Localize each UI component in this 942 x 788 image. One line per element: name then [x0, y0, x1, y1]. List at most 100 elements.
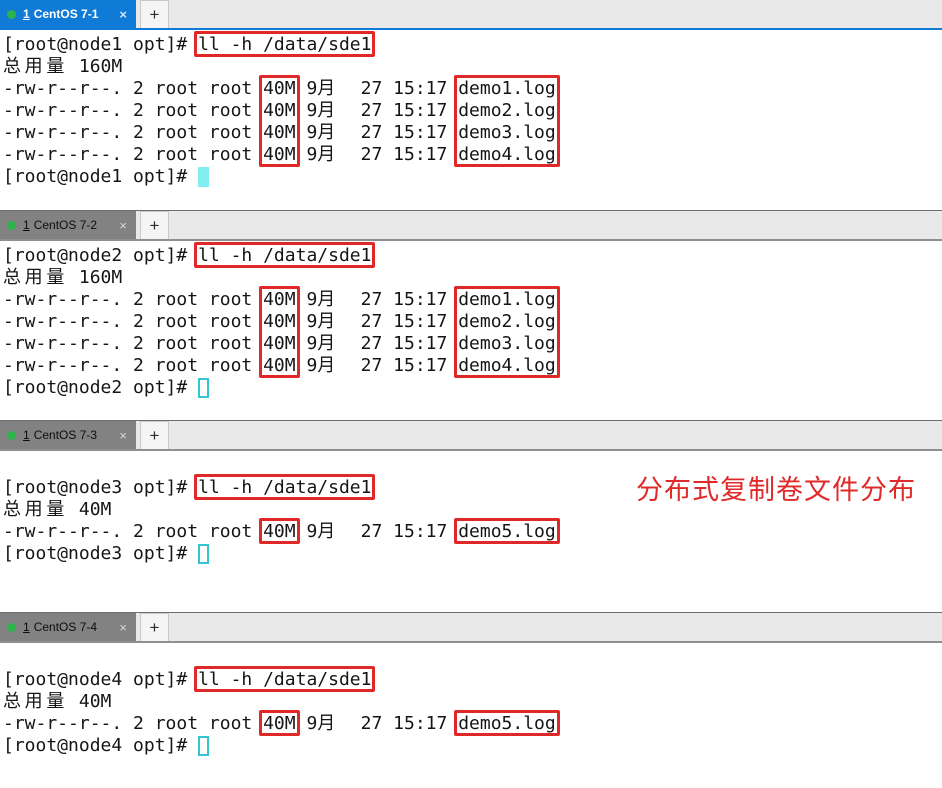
cjk-char: 月 — [317, 521, 336, 542]
terminal-line: -rw-r--r--. 2 root root 40M 9月 27 15:17 … — [3, 144, 942, 166]
terminal-line: -rw-r--r--. 2 root root 40M 9月 27 15:17 … — [3, 521, 942, 543]
cjk-char: 量 — [46, 499, 65, 520]
highlight-box: 40M — [259, 311, 300, 332]
terminal-line: -rw-r--r--. 2 root root 40M 9月 27 15:17 … — [3, 713, 942, 735]
terminal-text: 总用量 40M — [3, 691, 112, 712]
terminal-line: [root@node1 opt]# — [3, 166, 942, 188]
cjk-char: 月 — [317, 122, 336, 143]
close-icon[interactable]: × — [119, 621, 127, 634]
tab-centos-7-2[interactable]: 1 CentOS 7-2 × — [0, 211, 136, 239]
tab-centos-7-1[interactable]: 1 CentOS 7-1 × — [0, 0, 136, 28]
tab-centos-7-3[interactable]: 1 CentOS 7-3 × — [0, 421, 136, 449]
tab-bar-4: 1 CentOS 7-4 × + — [0, 612, 942, 643]
highlight-box: 40M — [259, 333, 300, 354]
terminal-text: 9月 27 15:17 — [295, 355, 459, 376]
tab-mnemonic: 1 — [23, 218, 30, 232]
highlight-box: 40M — [259, 713, 300, 734]
terminal-line: -rw-r--r--. 2 root root 40M 9月 27 15:17 … — [3, 289, 942, 311]
tab-label: 1 CentOS 7-2 — [23, 218, 115, 232]
terminal-panel-1: 1 CentOS 7-1 × + [root@node1 opt]# ll -h … — [0, 0, 942, 188]
terminal-text: 9月 27 15:17 — [295, 144, 459, 165]
terminal-text: 总用量 160M — [3, 56, 123, 77]
terminal-text: 9月 27 15:17 — [295, 311, 459, 332]
highlight-box: 40M — [259, 289, 300, 310]
highlight-box: 40M — [259, 521, 300, 542]
tab-centos-7-4[interactable]: 1 CentOS 7-4 × — [0, 613, 136, 641]
terminal-text: -rw-r--r--. 2 root root — [3, 78, 264, 99]
terminal-cursor — [198, 544, 209, 564]
terminal-text: [root@node4 opt]# — [3, 735, 199, 756]
close-icon[interactable]: × — [119, 8, 127, 21]
terminal-line: -rw-r--r--. 2 root root 40M 9月 27 15:17 … — [3, 333, 942, 355]
terminal-output[interactable]: [root@node1 opt]# ll -h /data/sde1 总用量 16… — [0, 30, 942, 188]
terminal-output[interactable]: [root@node4 opt]# ll -h /data/sde1 总用量 40… — [0, 643, 942, 757]
close-icon[interactable]: × — [119, 429, 127, 442]
highlight-box: 40M — [259, 355, 300, 376]
terminal-line: -rw-r--r--. 2 root root 40M 9月 27 15:17 … — [3, 78, 942, 100]
terminal-text: -rw-r--r--. 2 root root — [3, 144, 264, 165]
highlight-box: demo1.log — [454, 78, 560, 99]
highlight-box: demo2.log — [454, 311, 560, 332]
terminal-output[interactable]: [root@node2 opt]# ll -h /data/sde1 总用量 16… — [0, 241, 942, 399]
session-status-dot — [7, 220, 16, 230]
tab-bar-2: 1 CentOS 7-2 × + — [0, 210, 942, 241]
cjk-char: 总 — [3, 499, 21, 520]
terminal-text: [root@node3 opt]# — [3, 477, 199, 498]
highlight-box: ll -h /data/sde1 — [194, 669, 375, 690]
highlight-box: demo1.log — [454, 289, 560, 310]
terminal-text: 9月 27 15:17 — [295, 78, 459, 99]
terminal-line: 总用量 160M — [3, 56, 942, 78]
cjk-char: 量 — [46, 56, 65, 77]
terminal-text: -rw-r--r--. 2 root root — [3, 333, 264, 354]
tab-bar-3: 1 CentOS 7-3 × + — [0, 420, 942, 451]
terminal-text: -rw-r--r--. 2 root root — [3, 713, 264, 734]
close-icon[interactable]: × — [119, 219, 127, 232]
cjk-char: 月 — [317, 311, 336, 332]
cjk-char: 总 — [3, 691, 21, 712]
cjk-char: 用 — [24, 56, 43, 77]
tab-bar-1: 1 CentOS 7-1 × + — [0, 0, 942, 30]
new-tab-button[interactable]: + — [140, 613, 169, 641]
cjk-char: 量 — [46, 267, 65, 288]
highlight-box: 40M — [259, 78, 300, 99]
cjk-char: 用 — [24, 499, 43, 520]
tab-title: CentOS 7-1 — [33, 7, 99, 21]
terminal-text: -rw-r--r--. 2 root root — [3, 521, 264, 542]
highlight-box: ll -h /data/sde1 — [194, 477, 375, 498]
terminal-line: [root@node4 opt]# — [3, 735, 942, 757]
highlight-box: ll -h /data/sde1 — [194, 34, 375, 55]
terminal-text: 9月 27 15:17 — [295, 100, 459, 121]
session-status-dot — [7, 622, 16, 632]
terminal-line: -rw-r--r--. 2 root root 40M 9月 27 15:17 … — [3, 311, 942, 333]
tab-title: CentOS 7-4 — [33, 620, 98, 634]
new-tab-button[interactable]: + — [140, 0, 169, 28]
terminal-panel-2: 1 CentOS 7-2 × + [root@node2 opt]# ll -h … — [0, 210, 942, 399]
terminal-line: 总用量 40M — [3, 691, 942, 713]
session-status-dot — [7, 9, 16, 19]
terminal-text: 9月 27 15:17 — [295, 122, 459, 143]
terminal-text: [root@node1 opt]# — [3, 34, 199, 55]
tab-title: CentOS 7-3 — [33, 428, 98, 442]
terminal-text: [root@node1 opt]# — [3, 166, 199, 187]
tab-mnemonic: 1 — [23, 620, 30, 634]
tab-label: 1 CentOS 7-4 — [23, 620, 115, 634]
terminal-text: [root@node4 opt]# — [3, 669, 199, 690]
highlight-box: demo3.log — [454, 122, 560, 143]
highlight-box: 40M — [259, 144, 300, 165]
terminal-text: [root@node2 opt]# — [3, 245, 199, 266]
highlight-box: demo4.log — [454, 144, 560, 165]
highlight-box: ll -h /data/sde1 — [194, 245, 375, 266]
terminal-text: 9月 27 15:17 — [295, 521, 459, 542]
cjk-char: 总 — [3, 267, 21, 288]
highlight-box: demo5.log — [454, 713, 560, 734]
new-tab-button[interactable]: + — [140, 211, 169, 239]
terminal-cursor — [198, 736, 209, 756]
highlight-box: 40M — [259, 100, 300, 121]
new-tab-button[interactable]: + — [140, 421, 169, 449]
terminal-text: -rw-r--r--. 2 root root — [3, 289, 264, 310]
highlight-box: 40M — [259, 122, 300, 143]
terminal-cursor — [198, 378, 209, 398]
tab-mnemonic: 1 — [23, 428, 30, 442]
terminal-line: [root@node2 opt]# ll -h /data/sde1 — [3, 245, 942, 267]
